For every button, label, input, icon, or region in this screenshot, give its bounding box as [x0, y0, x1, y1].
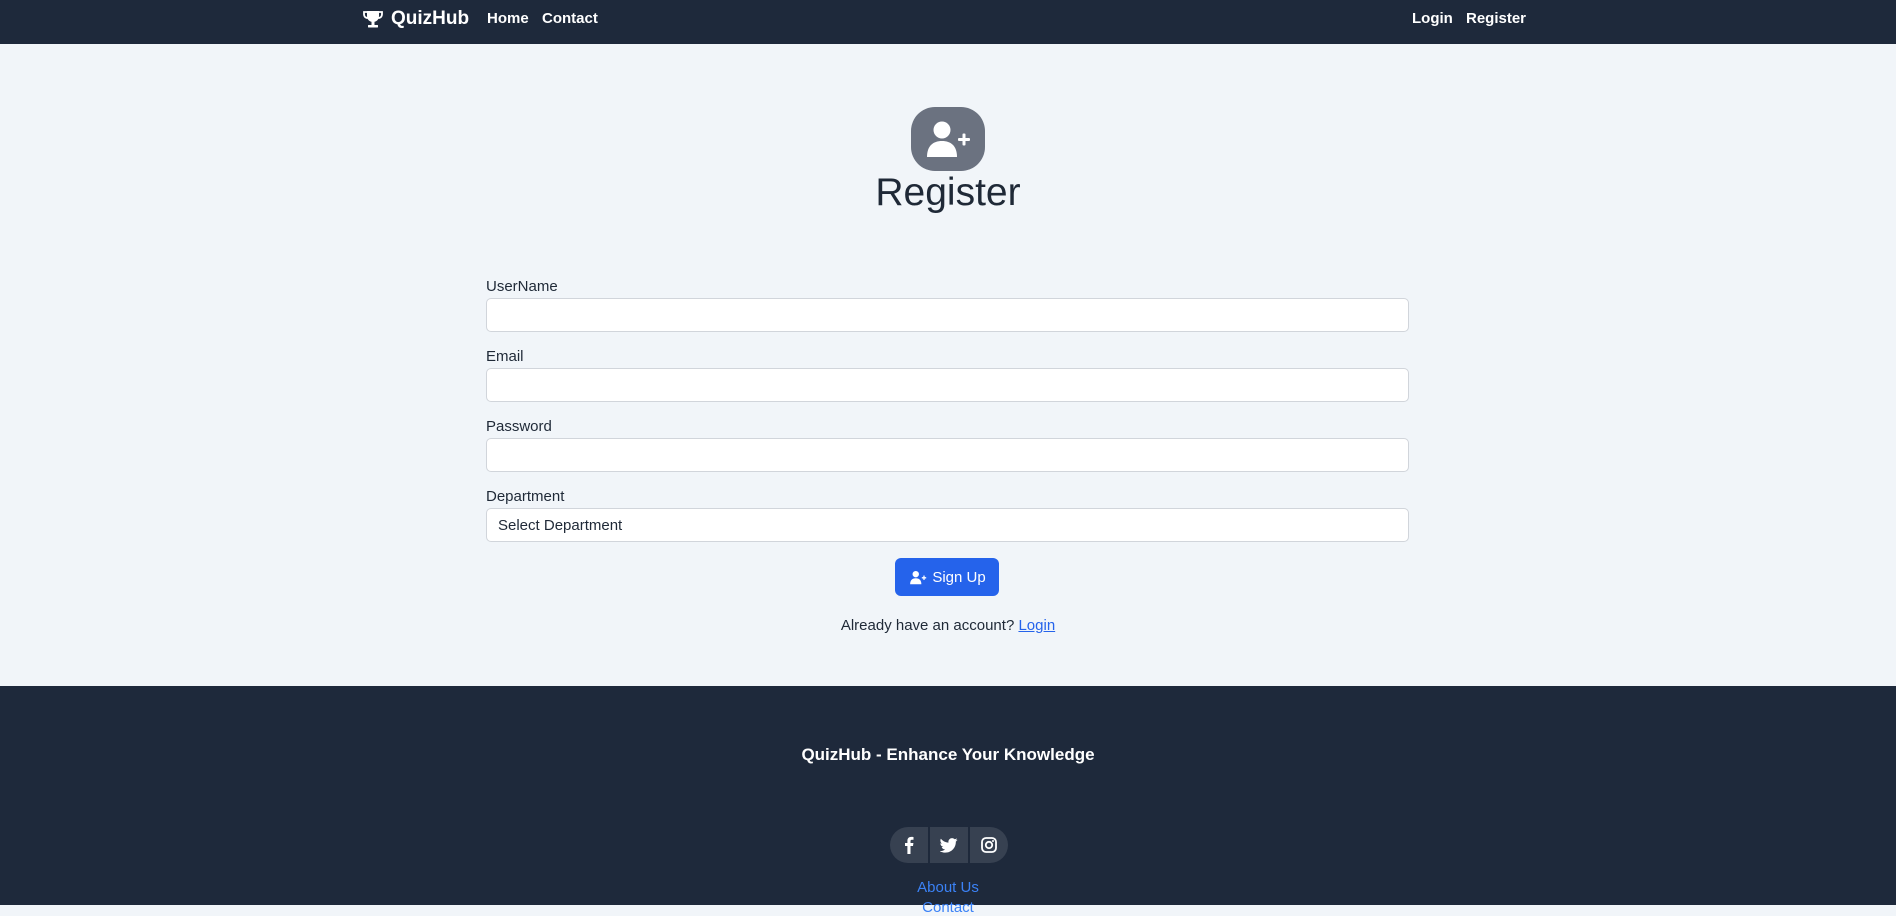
- username-label: UserName: [486, 278, 558, 295]
- user-plus-icon: [927, 121, 970, 157]
- footer-about-link[interactable]: About Us: [0, 879, 1896, 896]
- page-title: Register: [875, 171, 1021, 214]
- footer-contact-link[interactable]: Contact: [0, 899, 1896, 916]
- register-form: UserName Email Password Department Selec…: [486, 276, 1409, 542]
- facebook-link[interactable]: [890, 827, 928, 863]
- email-input[interactable]: [486, 368, 1409, 402]
- footer: QuizHub - Enhance Your Knowledge About U…: [0, 686, 1896, 916]
- password-label: Password: [486, 418, 552, 435]
- brand-name: QuizHub: [391, 7, 470, 29]
- signup-button[interactable]: Sign Up: [895, 558, 999, 596]
- password-input[interactable]: [486, 438, 1409, 472]
- nav-home-link[interactable]: Home: [487, 0, 529, 37]
- login-link[interactable]: Login: [1018, 617, 1055, 634]
- signup-label: Sign Up: [932, 568, 986, 586]
- brand-link[interactable]: QuizHub: [363, 0, 469, 37]
- nav-login-link[interactable]: Login: [1412, 0, 1453, 37]
- register-avatar: [911, 107, 985, 171]
- department-selected-value: Select Department: [498, 516, 623, 534]
- nav-contact-link[interactable]: Contact: [542, 0, 598, 37]
- already-text: Already have an account?: [840, 617, 1015, 634]
- footer-title: QuizHub - Enhance Your Knowledge: [801, 745, 1095, 764]
- department-select[interactable]: Select Department: [486, 508, 1409, 542]
- facebook-icon: [905, 836, 914, 854]
- twitter-icon: [940, 837, 958, 853]
- already-have-account: Already have an account? Login: [0, 617, 1896, 634]
- user-plus-icon: [910, 570, 927, 584]
- email-label: Email: [486, 348, 524, 365]
- navbar: QuizHub Home Contact Login Register: [0, 0, 1896, 44]
- twitter-link[interactable]: [930, 827, 968, 863]
- username-input[interactable]: [486, 298, 1409, 332]
- social-links: [890, 827, 1008, 863]
- trophy-icon: [363, 10, 383, 27]
- nav-register-link[interactable]: Register: [1466, 0, 1526, 37]
- instagram-icon: [981, 837, 997, 853]
- department-label: Department: [486, 488, 565, 505]
- instagram-link[interactable]: [970, 827, 1008, 863]
